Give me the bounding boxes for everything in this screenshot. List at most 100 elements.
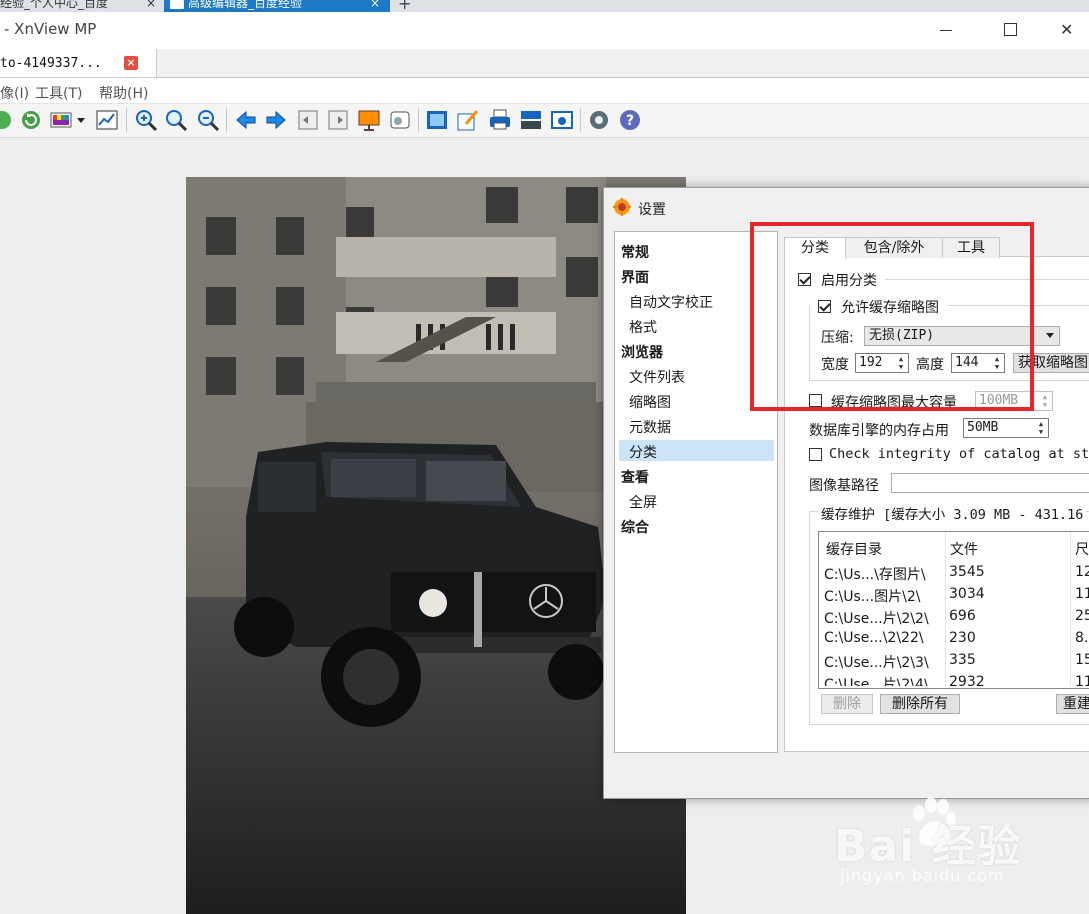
chevron-down-icon [1046, 333, 1054, 338]
base-path-label: 图像基路径 [809, 478, 879, 494]
print-icon[interactable] [488, 108, 512, 132]
maximize-button[interactable] [982, 12, 1040, 49]
db-memory-label: 数据库引擎的内存占用 [809, 423, 949, 439]
svg-text:?: ? [626, 113, 634, 129]
fullscreen-icon[interactable] [425, 108, 449, 132]
cell-files: 335 [949, 652, 976, 668]
toolbar-separator [580, 108, 581, 132]
base-path-input[interactable] [891, 473, 1089, 493]
tree-item-browser[interactable]: 浏览器 [621, 342, 663, 362]
browser-tab-2-close-icon[interactable]: × [370, 0, 380, 9]
cell-directory: C:\Use...片\2\2\ [824, 611, 929, 627]
cell-size: 11 [1075, 674, 1089, 686]
cell-directory: C:\Use...\2\22\ [824, 630, 924, 646]
column-separator [1070, 532, 1071, 686]
cell-files: 3034 [949, 586, 985, 602]
tree-item-interface[interactable]: 界面 [621, 267, 649, 287]
slideshow-icon[interactable] [357, 108, 381, 132]
arrow-right-icon[interactable] [264, 108, 288, 132]
rotate-left-icon[interactable] [0, 108, 14, 132]
document-tab-label: to-4149337... [0, 56, 102, 71]
cell-files: 3545 [949, 564, 985, 580]
tree-item-misc[interactable]: 综合 [621, 517, 649, 537]
arrow-left-icon[interactable] [234, 108, 258, 132]
spin-arrows-icon[interactable]: ▲ ▼ [1039, 393, 1051, 409]
color-palette-icon[interactable] [49, 108, 73, 132]
column-header-directory[interactable]: 缓存目录 [826, 539, 882, 559]
screenshot-icon[interactable] [550, 108, 574, 132]
refresh-icon[interactable] [19, 108, 43, 132]
dialog-title: 设置 [638, 202, 666, 218]
tree-item-catalog[interactable]: 分类 [629, 442, 657, 462]
dropdown-arrow-icon[interactable] [74, 108, 88, 132]
tree-item-autocorrect[interactable]: 自动文字校正 [629, 292, 713, 312]
menu-tools[interactable]: 工具(T) [35, 83, 82, 103]
column-separator [945, 532, 946, 686]
baidu-watermark-logo: Bai 经验 [834, 821, 1022, 872]
cell-files: 230 [949, 630, 976, 646]
delete-all-button[interactable]: 删除所有 [880, 694, 960, 714]
browser-tab-1-close-icon[interactable]: × [146, 0, 156, 9]
column-header-size[interactable]: 尺 [1075, 539, 1089, 559]
settings-icon[interactable] [587, 108, 611, 132]
spin-arrows-icon[interactable]: ▲ ▼ [1035, 420, 1047, 436]
close-icon: ✕ [1060, 20, 1074, 39]
toolbar-separator [126, 108, 127, 132]
toolbar-separator [226, 108, 227, 132]
menu-help[interactable]: 帮助(H) [99, 83, 148, 103]
tab-favicon-icon [170, 0, 184, 9]
menu-image[interactable]: 像(I) [0, 83, 29, 103]
tree-item-formats[interactable]: 格式 [629, 317, 657, 337]
check-integrity-checkbox[interactable] [809, 448, 822, 461]
tree-item-file-list[interactable]: 文件列表 [629, 367, 685, 387]
cell-directory: C:\Use...片\2\3\ [824, 655, 929, 671]
cell-directory: C:\Us...\存图片\ [824, 567, 926, 583]
compare-icon[interactable] [388, 108, 412, 132]
scanner-icon[interactable] [519, 108, 543, 132]
cell-size: 8.4 [1075, 630, 1089, 646]
db-memory-value: 50MB [967, 420, 999, 435]
browser-tab-1[interactable]: 经验_个人中心_百度 × [0, 0, 162, 12]
prev-page-icon[interactable] [296, 108, 320, 132]
cell-size: 11 [1075, 586, 1089, 602]
tree-item-fullscreen[interactable]: 全屏 [629, 492, 657, 512]
table-row[interactable]: C:\Use...片\2\4\ 2932 11 [819, 674, 1089, 686]
tree-item-metadata[interactable]: 元数据 [629, 417, 671, 437]
document-close-icon[interactable]: × [124, 56, 138, 70]
tree-item-view[interactable]: 查看 [621, 467, 649, 487]
baidu-watermark-url: jingyan.baidu.com [840, 866, 1005, 885]
close-window-button[interactable]: ✕ [1040, 12, 1089, 49]
next-page-icon[interactable] [326, 108, 350, 132]
histogram-icon[interactable] [95, 108, 119, 132]
cell-directory: C:\Us...图片\2\ [824, 589, 921, 605]
minimize-button[interactable] [920, 12, 978, 49]
new-tab-button[interactable]: + [398, 0, 411, 12]
edit-icon[interactable] [456, 108, 480, 132]
cell-size: 25 [1075, 608, 1089, 624]
column-header-files[interactable]: 文件 [950, 539, 978, 559]
tree-item-thumbnails[interactable]: 缩略图 [629, 392, 671, 412]
zoom-in-icon[interactable] [134, 108, 158, 132]
check-integrity-label: Check integrity of catalog at sta [829, 446, 1089, 462]
cell-size: 12 [1075, 564, 1089, 580]
db-memory-spinbox[interactable]: 50MB ▲ ▼ [963, 418, 1049, 438]
cell-files: 2932 [949, 674, 985, 686]
xnview-logo-icon [613, 198, 631, 216]
document-tab-bar [0, 49, 1089, 78]
browser-tab-2-label: 高级编辑器_百度经验 [188, 0, 303, 10]
help-icon[interactable]: ? [618, 108, 642, 132]
toolbar-separator [418, 108, 419, 132]
window-title: - XnView MP [4, 20, 97, 38]
zoom-fit-icon[interactable] [164, 108, 188, 132]
tree-item-general[interactable]: 常规 [621, 242, 649, 262]
cell-size: 15 [1075, 652, 1089, 668]
delete-button[interactable]: 删除 [821, 694, 873, 714]
cell-files: 696 [949, 608, 976, 624]
rebuild-button[interactable]: 重建 [1056, 694, 1089, 714]
red-highlight-annotation [750, 222, 1034, 411]
browser-tab-strip: 经验_个人中心_百度 × 高级编辑器_百度经验 × [0, 0, 1089, 12]
browser-tab-2[interactable]: 高级编辑器_百度经验 × [164, 0, 390, 12]
cache-maintenance-label: 缓存维护 [缓存大小 3.09 MB - 431.16 [818, 503, 1087, 523]
zoom-out-icon[interactable] [196, 108, 220, 132]
cell-directory: C:\Use...片\2\4\ [824, 677, 929, 686]
